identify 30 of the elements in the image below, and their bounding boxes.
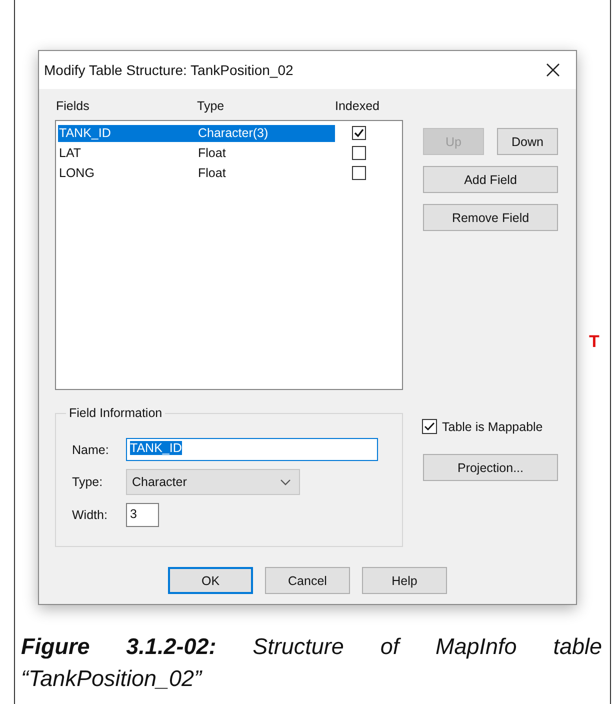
field-button[interactable]: Remove Field [423, 204, 558, 231]
projection-button[interactable]: Projection... [423, 454, 558, 481]
dialog-button[interactable]: Cancel [265, 567, 350, 594]
group-title: Field Information [66, 406, 166, 420]
indexed-checkbox[interactable] [352, 166, 366, 180]
field-label: Width: [72, 508, 108, 522]
field-label: Type: [72, 475, 104, 489]
column-header: Type [197, 99, 224, 113]
column-header: Indexed [335, 99, 380, 113]
field-button[interactable]: Add Field [423, 166, 558, 193]
close-icon[interactable] [546, 63, 560, 77]
chevron-down-icon [280, 478, 291, 486]
field-label: Name: [72, 442, 110, 456]
indexed-checkbox[interactable] [352, 146, 366, 160]
window-title: Modify Table Structure: TankPosition_02 [44, 62, 294, 78]
name-field[interactable]: TANK_ID [126, 438, 378, 461]
dialog-button[interactable]: OK [168, 567, 253, 594]
field-row[interactable]: LONG Float [58, 164, 335, 182]
indexed-checkbox[interactable] [352, 126, 366, 140]
field-row[interactable]: LAT Float [58, 144, 335, 162]
width-field[interactable]: 3 [126, 503, 159, 527]
checkbox-label: Table is Mappable [442, 420, 543, 434]
cut-off-letter: T [589, 332, 600, 352]
column-header: Fields [56, 99, 90, 113]
dialog-button[interactable]: Help [362, 567, 447, 594]
type-dropdown[interactable]: Character [126, 469, 300, 495]
mappable-checkbox[interactable] [422, 419, 437, 434]
figure-caption: Figure 3.1.2-02: Structure of MapInfo table “TankPosition_02” [21, 633, 602, 693]
field-row[interactable]: TANK_ID Character(3) [58, 124, 335, 142]
down-button[interactable]: Down [497, 128, 558, 155]
